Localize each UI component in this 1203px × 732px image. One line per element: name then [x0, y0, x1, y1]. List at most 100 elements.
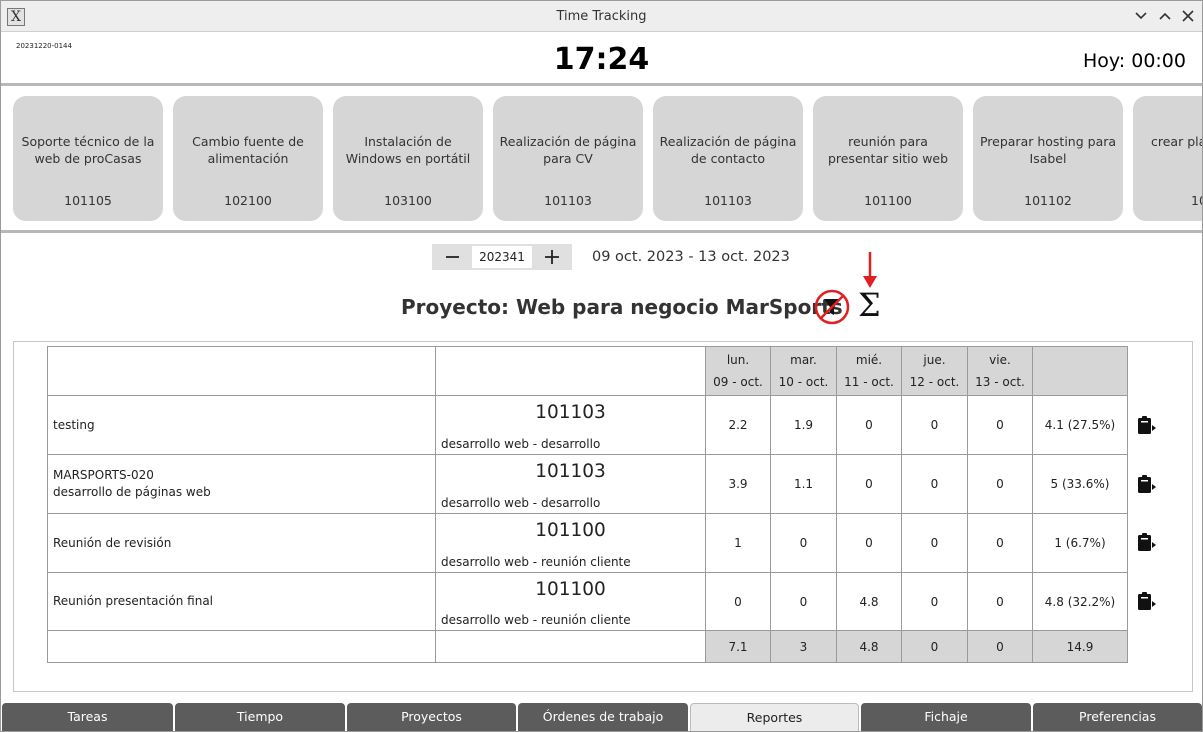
- hours-cell: 0: [770, 572, 837, 631]
- project-description: desarrollo web - reunión cliente: [441, 613, 631, 627]
- project-description: desarrollo web - reunión cliente: [441, 555, 631, 569]
- tab-reportes[interactable]: Reportes: [690, 703, 859, 731]
- week-selector: 202341: [432, 244, 572, 270]
- clipboard-export-icon[interactable]: [1135, 414, 1157, 436]
- project-cell: 101103 desarrollo web - desarrollo: [435, 395, 706, 455]
- hours-cell: 0: [901, 572, 968, 631]
- hours-cell: 3.9: [705, 454, 771, 514]
- task-card[interactable]: Instalación de Windows en portátil 10310…: [333, 96, 483, 221]
- task-name: MARSPORTS-020: [53, 468, 154, 482]
- task-card-title: Realización de página de contacto: [659, 134, 797, 166]
- grand-total-cell: 14.9: [1032, 630, 1128, 663]
- project-code: 101103: [535, 461, 606, 482]
- task-card[interactable]: reunión para presentar sitio web 101100: [813, 96, 963, 221]
- task-card[interactable]: Cambio fuente de alimentación 102100: [173, 96, 323, 221]
- hours-cell: 0: [967, 513, 1033, 573]
- week-number-field[interactable]: 202341: [472, 246, 532, 268]
- task-card-title: Soporte técnico de la web de proCasas: [21, 134, 155, 166]
- hours-cell: 0: [836, 513, 902, 573]
- table-header-row: lun. 09 - oct. mar. 10 - oct. mié. 11 - oct…: [47, 346, 1128, 396]
- project-cell: 101100 desarrollo web - reunión cliente: [435, 513, 706, 573]
- task-card-code: 102100: [224, 193, 272, 208]
- day-total-cell: 0: [967, 630, 1033, 663]
- task-card-code: 101100: [864, 193, 912, 208]
- task-card[interactable]: Realización de página de contacto 101103: [653, 96, 803, 221]
- footer-empty-cell: [435, 630, 706, 663]
- task-card-title: Preparar hosting para Isabel: [979, 134, 1117, 166]
- today-total: Hoy: 00:00: [1083, 50, 1186, 72]
- chevron-up-icon: [1159, 12, 1171, 20]
- tab-tiempo[interactable]: Tiempo: [175, 703, 345, 731]
- task-card-code: 103100: [384, 193, 432, 208]
- bottom-tab-bar: Tareas Tiempo Proyectos Órdenes de traba…: [1, 703, 1202, 731]
- day-name: lun.: [726, 353, 750, 367]
- hours-cell: 0: [967, 454, 1033, 514]
- hours-cell: 0: [901, 395, 968, 455]
- tab-fichaje[interactable]: Fichaje: [861, 703, 1031, 731]
- day-header: mié. 11 - oct.: [836, 346, 902, 396]
- day-name: mié.: [855, 353, 883, 367]
- minimize-button[interactable]: [1132, 7, 1150, 25]
- tab-proyectos[interactable]: Proyectos: [347, 703, 516, 731]
- task-card[interactable]: Soporte técnico de la web de proCasas 10…: [13, 96, 163, 221]
- day-total-cell: 3: [770, 630, 837, 663]
- close-button[interactable]: [1179, 7, 1197, 25]
- day-date: 13 - oct.: [975, 375, 1025, 389]
- plus-icon: [545, 250, 559, 264]
- chevron-down-icon: [1135, 12, 1147, 20]
- project-code: 101100: [535, 520, 606, 541]
- tab-tareas[interactable]: Tareas: [2, 703, 173, 731]
- filter-off-icon[interactable]: [814, 289, 850, 325]
- task-name: Reunión presentación final: [53, 594, 214, 608]
- clipboard-export-icon[interactable]: [1135, 590, 1157, 612]
- hours-cell: 0: [967, 395, 1033, 455]
- table-row: MARSPORTS-020 desarrollo de páginas web 1…: [47, 454, 1128, 514]
- day-total-cell: 7.1: [705, 630, 771, 663]
- task-card-title: reunión para presentar sitio web: [827, 134, 949, 166]
- task-card[interactable]: Realización de página para CV 101103: [493, 96, 643, 221]
- task-name-cell: MARSPORTS-020 desarrollo de páginas web: [47, 454, 436, 514]
- clock: 17:24: [553, 42, 650, 77]
- hours-cell: 0: [967, 572, 1033, 631]
- task-card-title: Realización de página para CV: [499, 134, 637, 166]
- task-card-title: Instalación de Windows en portátil: [345, 134, 471, 166]
- day-header: lun. 09 - oct.: [705, 346, 771, 396]
- task-card[interactable]: Preparar hosting para Isabel 101102: [973, 96, 1123, 221]
- window-title: Time Tracking: [556, 9, 647, 24]
- clipboard-export-icon[interactable]: [1135, 473, 1157, 495]
- report-table: lun. 09 - oct. mar. 10 - oct. mié. 11 - oct…: [47, 346, 1128, 663]
- hours-cell: 0: [770, 513, 837, 573]
- day-header: vie. 13 - oct.: [967, 346, 1033, 396]
- next-week-button[interactable]: [532, 244, 572, 270]
- minus-icon: [446, 256, 459, 258]
- hours-cell: 0: [836, 395, 902, 455]
- task-card-code: 101102: [1024, 193, 1072, 208]
- app-window: X Time Tracking 20231220-0144 17:24 Hoy:…: [0, 0, 1203, 732]
- table-row: Reunión de revisión 101100 desarrollo web…: [47, 513, 1128, 573]
- task-cards: Soporte técnico de la web de proCasas 10…: [13, 96, 1202, 221]
- project-code: 101100: [535, 579, 606, 600]
- row-total-cell: 1 (6.7%): [1032, 513, 1128, 573]
- clipboard-export-icon[interactable]: [1135, 531, 1157, 553]
- day-date: 11 - oct.: [844, 375, 894, 389]
- totals-row: 7.1 3 4.8 0 0 14.9: [47, 630, 1128, 663]
- tab-ordenes-de-trabajo[interactable]: Órdenes de trabajo: [518, 703, 688, 731]
- task-name-cell: Reunión presentación final: [47, 572, 436, 631]
- maximize-button[interactable]: [1156, 7, 1174, 25]
- task-name: testing: [53, 417, 95, 432]
- tab-preferencias[interactable]: Preferencias: [1033, 703, 1202, 731]
- task-card-code: 101105: [64, 193, 112, 208]
- hours-cell: 0: [901, 513, 968, 573]
- hours-cell: 1: [705, 513, 771, 573]
- project-cell: 101103 desarrollo web - desarrollo: [435, 454, 706, 514]
- day-date: 09 - oct.: [713, 375, 763, 389]
- week-date-range: 09 oct. 2023 - 13 oct. 2023: [592, 249, 790, 265]
- day-header: jue. 12 - oct.: [901, 346, 968, 396]
- previous-week-button[interactable]: [432, 244, 472, 270]
- sigma-icon[interactable]: Σ: [858, 286, 881, 324]
- task-card[interactable]: crear plataforma b 101: [1133, 96, 1202, 221]
- day-header: mar. 10 - oct.: [770, 346, 837, 396]
- footer-empty-cell: [47, 630, 436, 663]
- project-code: 101103: [535, 402, 606, 423]
- project-description: desarrollo web - desarrollo: [441, 437, 601, 451]
